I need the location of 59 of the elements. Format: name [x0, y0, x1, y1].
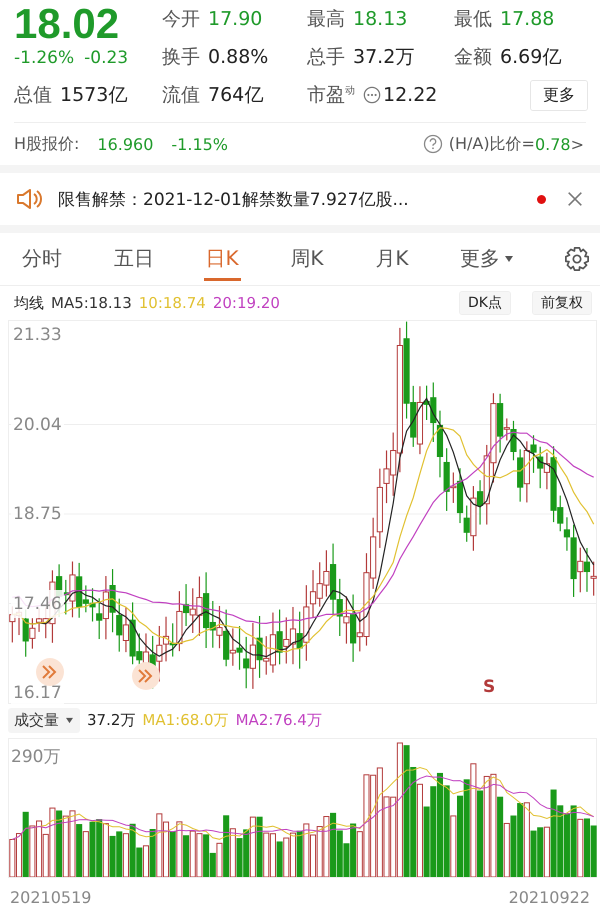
stat-label: 总手 — [307, 45, 345, 70]
close-icon[interactable] — [566, 190, 584, 208]
chart-tab[interactable]: 更多 — [458, 237, 516, 281]
settings-icon[interactable] — [564, 246, 590, 272]
date-label: 20210519 — [10, 888, 92, 907]
more-dots-icon[interactable] — [363, 86, 381, 104]
chart-option-button[interactable]: DK点 — [459, 291, 511, 315]
stat-value: 12.22 — [383, 84, 438, 106]
chart-tab[interactable]: 分时 — [20, 237, 64, 281]
h-share-change: -1.15% — [171, 134, 228, 154]
speaker-icon — [16, 187, 44, 211]
ma-value: 10:18.74 — [138, 294, 206, 312]
chart-tab[interactable]: 日K — [204, 237, 241, 281]
indicator-dropdown[interactable]: 成交量 — [8, 708, 80, 732]
volume-value: 37.2万 — [87, 710, 136, 730]
stat-label: 市盈$^{动}$ — [307, 83, 355, 108]
ma-value: MA5:18.13 — [51, 294, 132, 312]
help-icon[interactable] — [422, 134, 443, 154]
stat-label: 今开 — [162, 7, 200, 32]
ratio-value: 0.78 — [534, 134, 571, 154]
chevron-link[interactable]: > — [570, 134, 584, 154]
more-button[interactable]: 更多 — [530, 80, 588, 110]
chart-tab[interactable]: 五日 — [112, 237, 156, 281]
buy-signal-icon[interactable] — [131, 661, 161, 691]
stat-label: 总值 — [14, 83, 52, 108]
h-share-label: H股报价: — [14, 134, 80, 154]
stat-value: 17.90 — [208, 8, 262, 30]
stat-label: 最低 — [454, 7, 492, 32]
stat-label: 最高 — [307, 7, 345, 32]
stat-value: 37.2万 — [353, 45, 414, 70]
ratio-label: (H/A)比价= — [448, 134, 535, 154]
buy-signal-icon[interactable] — [35, 657, 65, 687]
volume-ma-value: MA1:68.0万 — [142, 710, 229, 730]
stat-value: 1573亿 — [60, 83, 128, 108]
chart-tab[interactable]: 月K — [373, 237, 410, 281]
change-percent: -1.26% — [14, 48, 74, 68]
stat-label: 金额 — [454, 45, 492, 70]
stat-value: 764亿 — [208, 83, 264, 108]
ma-label: 均线 — [14, 294, 44, 312]
axis-label: 17.46 — [11, 590, 64, 618]
chart-option-button[interactable]: 前复权 — [532, 291, 592, 315]
caret-icon — [65, 716, 74, 724]
volume-ma-value: MA2:76.4万 — [236, 710, 322, 730]
change-amount: -0.23 — [84, 48, 128, 68]
stat-label: 流值 — [162, 83, 200, 108]
h-share-price: 16.960 — [97, 134, 154, 154]
stat-label: 换手 — [162, 45, 200, 70]
stat-value: 17.88 — [500, 8, 554, 30]
caret-icon — [504, 254, 514, 262]
stat-value: 18.13 — [353, 8, 408, 30]
chart-tab[interactable]: 周K — [288, 237, 326, 281]
stat-value: 6.69亿 — [500, 45, 562, 70]
ma-value: 20:19.20 — [212, 294, 280, 312]
stat-value: 0.88% — [208, 46, 268, 68]
sell-signal: S — [483, 677, 496, 697]
date-label: 20210922 — [508, 888, 590, 907]
notice-text[interactable]: 限售解禁：2021-12-01解禁数量7.927亿股... — [58, 188, 409, 210]
axis-label: 290万 — [11, 746, 60, 768]
stock-price: 18.02 — [14, 0, 120, 48]
